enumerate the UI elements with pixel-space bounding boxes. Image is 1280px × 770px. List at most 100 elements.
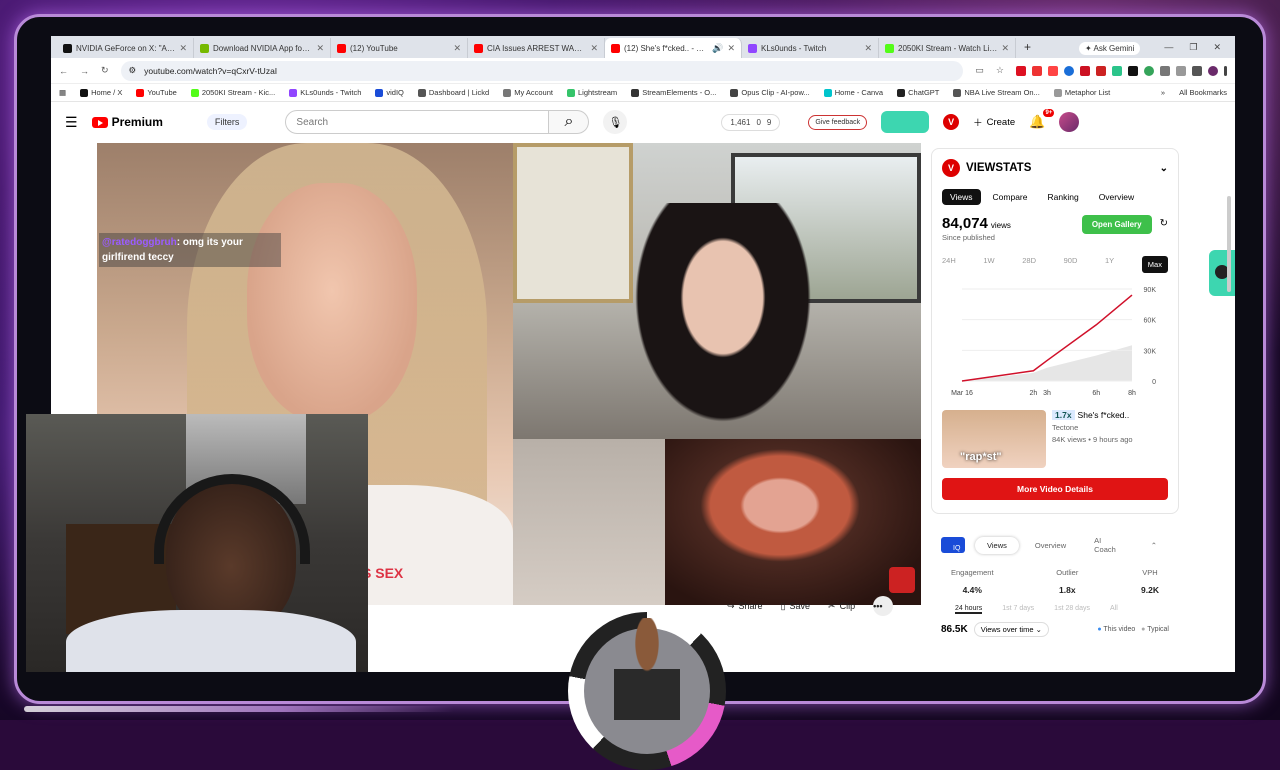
minimize-icon[interactable]: — — [1164, 42, 1173, 53]
close-icon[interactable]: ✕ — [1001, 43, 1009, 54]
close-icon[interactable]: ✕ — [864, 43, 872, 54]
filters-button[interactable]: Filters — [206, 114, 248, 130]
create-button[interactable]: ＋ Create — [973, 115, 1015, 130]
clip-button[interactable]: ✂ Clip — [828, 601, 855, 612]
range-24-hours[interactable]: 24 hours — [955, 605, 983, 614]
search-input[interactable]: Search — [285, 110, 550, 134]
bookmark[interactable]: 2050KI Stream - Kic... — [190, 88, 275, 97]
views-over-time-select[interactable]: Views over time ⌄ — [973, 622, 1049, 637]
bookmark[interactable]: StreamElements - O... — [631, 88, 716, 97]
close-icon[interactable]: ✕ — [727, 43, 735, 54]
viewstats-icon[interactable]: V — [943, 114, 960, 130]
extension-icon[interactable] — [1080, 65, 1090, 76]
tab-compare[interactable]: Compare — [985, 189, 1036, 205]
restore-icon[interactable]: ❐ — [1189, 42, 1197, 53]
related-video[interactable]: "rap*st" 1.7x She's f*cked.. Tectone 84K … — [942, 410, 1168, 468]
related-thumbnail[interactable]: "rap*st" — [942, 410, 1046, 468]
cast-icon[interactable]: ▭ — [975, 65, 984, 76]
chevron-right-icon[interactable]: » — [1161, 88, 1165, 97]
range-90d[interactable]: 90D — [1064, 256, 1078, 273]
range-7-days[interactable]: 1st 7 days — [1002, 605, 1034, 614]
bookmark[interactable]: Lightstream — [567, 88, 617, 97]
tab-2[interactable]: (12) YouTube ✕ — [331, 38, 468, 58]
range-1w[interactable]: 1W — [983, 256, 994, 273]
save-button[interactable]: ▯ Save — [781, 601, 810, 612]
close-icon[interactable]: ✕ — [453, 43, 461, 54]
mic-button[interactable]: 🎙 — [603, 110, 628, 134]
range-1y[interactable]: 1Y — [1105, 256, 1114, 273]
x-icon[interactable] — [1128, 65, 1138, 76]
ask-gemini-button[interactable]: ✦ Ask Gemini — [1079, 42, 1141, 55]
speaker-icon[interactable]: 🔊 — [712, 43, 723, 54]
range-28d[interactable]: 28D — [1022, 256, 1036, 273]
reload-icon[interactable]: ↻ — [101, 65, 109, 76]
bookmark[interactable]: My Account — [503, 88, 553, 97]
forward-icon[interactable]: → — [80, 66, 89, 76]
more-video-details-button[interactable]: More Video Details — [942, 478, 1168, 500]
range-max[interactable]: Max — [1141, 256, 1168, 273]
share-button[interactable]: ↪ Share — [727, 601, 763, 612]
youtube-logo[interactable]: Premium — [91, 115, 163, 129]
scrollbar[interactable] — [1227, 188, 1233, 672]
bookmark[interactable]: Home - Canva — [823, 88, 883, 97]
search-button[interactable]: ⌕ — [549, 110, 590, 134]
bookmark[interactable]: vidIQ — [375, 88, 404, 97]
apps-icon[interactable]: ▦ — [59, 88, 66, 97]
extension-icon[interactable] — [1064, 65, 1074, 76]
notifications-button[interactable]: 🔔 9+ — [1029, 109, 1055, 130]
bookmark[interactable]: YouTube — [136, 88, 177, 97]
avatar[interactable] — [1208, 65, 1218, 76]
all-bookmarks-button[interactable]: All Bookmarks — [1179, 88, 1227, 97]
range-28-days[interactable]: 1st 28 days — [1054, 605, 1090, 614]
bookmark[interactable]: Metaphor List — [1053, 88, 1110, 97]
open-gallery-button[interactable]: Open Gallery — [1081, 215, 1152, 234]
scrollbar-thumb[interactable] — [1227, 196, 1231, 292]
tab-1[interactable]: Download NVIDIA App for G ✕ — [194, 38, 331, 58]
tab-3[interactable]: CIA Issues ARREST WARRAN ✕ — [468, 38, 605, 58]
star-icon[interactable]: ☆ — [996, 65, 1004, 76]
close-icon[interactable]: ✕ — [590, 43, 598, 54]
tab-0[interactable]: NVIDIA GeForce on X: "Anno ✕ — [57, 38, 194, 58]
tab-views[interactable]: Views — [942, 189, 981, 205]
puzzle-icon[interactable] — [1160, 65, 1170, 76]
vidiq-tab-overview[interactable]: Overview — [1023, 537, 1078, 554]
close-icon[interactable]: ✕ — [179, 43, 187, 54]
extension-icon[interactable] — [1048, 65, 1058, 76]
new-tab-button[interactable]: + — [1016, 40, 1039, 58]
vidiq-stats[interactable]: 1,461 0 9 — [721, 113, 781, 131]
close-icon[interactable]: ✕ — [1213, 42, 1221, 53]
bookmark[interactable]: Home / X — [80, 88, 122, 97]
bookmark[interactable]: Opus Clip - AI-pow... — [730, 88, 810, 97]
tab-4-active[interactable]: (12) She's f*cked.. - You 🔊 ✕ — [605, 38, 742, 58]
range-24h[interactable]: 24H — [942, 256, 956, 273]
vidiq-tab-views[interactable]: Views — [975, 536, 1019, 554]
tab-6[interactable]: 2050KI Stream - Watch Live ✕ — [879, 38, 1016, 58]
tab-overview[interactable]: Overview — [1091, 189, 1142, 205]
extension-icon[interactable] — [1144, 65, 1154, 76]
address-bar[interactable]: ⚙ youtube.com/watch?v=qCxrV-tUzaI — [120, 60, 964, 81]
back-icon[interactable]: ← — [59, 66, 68, 76]
bookmark[interactable]: KLs0unds - Twitch — [289, 88, 361, 97]
give-feedback-button[interactable]: Give feedback — [808, 114, 868, 130]
toolbar-toggle[interactable] — [881, 111, 930, 133]
extension-icon[interactable] — [1032, 65, 1042, 76]
tab-ranking[interactable]: Ranking — [1040, 189, 1087, 205]
vidiq-tab-ai-coach[interactable]: AI Coach — [1082, 532, 1135, 558]
hamburger-menu-icon[interactable]: ☰ — [65, 114, 78, 131]
chevron-up-icon[interactable]: ⌃ — [1139, 537, 1169, 554]
range-all[interactable]: All — [1110, 605, 1118, 614]
extension-icon[interactable] — [1096, 65, 1106, 76]
download-icon[interactable] — [1192, 65, 1202, 76]
extension-icon[interactable] — [1016, 65, 1026, 76]
site-info-icon[interactable]: ⚙ — [129, 65, 137, 76]
avatar[interactable] — [1059, 112, 1080, 132]
more-button[interactable]: ••• — [873, 596, 894, 616]
close-icon[interactable]: ✕ — [316, 43, 324, 54]
bookmark[interactable]: Dashboard | Lickd — [417, 88, 489, 97]
bookmark[interactable]: ChatGPT — [897, 88, 939, 97]
chevron-down-icon[interactable]: ⌄ — [1160, 163, 1168, 174]
sidebar-icon[interactable] — [1176, 65, 1186, 76]
bookmark[interactable]: NBA Live Stream On... — [953, 88, 1040, 97]
tab-5[interactable]: KLs0unds - Twitch ✕ — [742, 38, 879, 58]
refresh-icon[interactable]: ↻ — [1160, 218, 1168, 229]
